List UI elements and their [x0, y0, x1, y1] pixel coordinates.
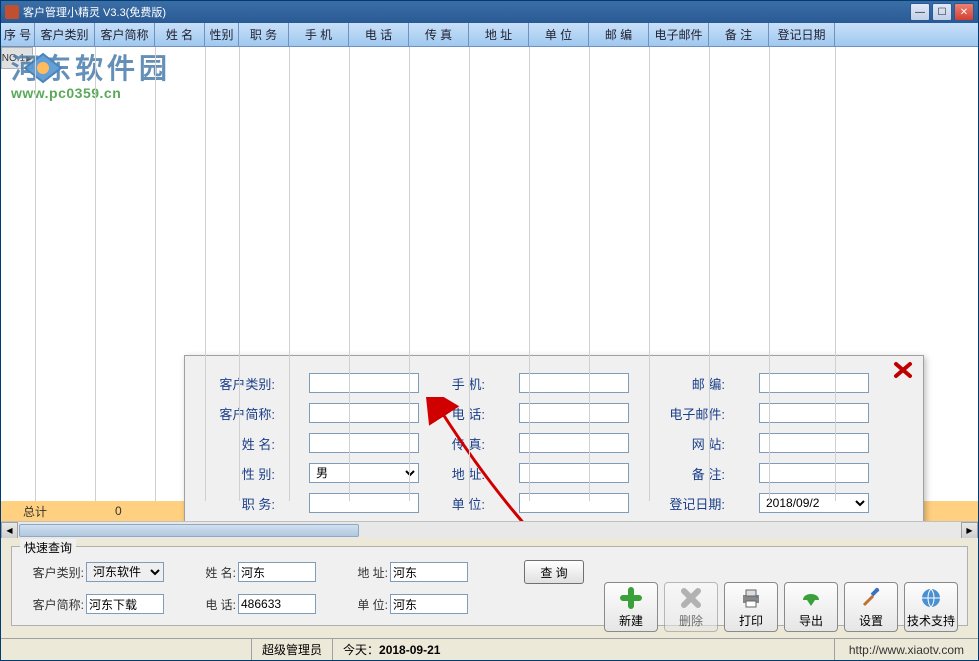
search-input-shortname[interactable] — [86, 594, 164, 614]
column-header[interactable]: 姓 名 — [155, 23, 205, 46]
totals-value: 0 — [115, 504, 122, 518]
search-select-category[interactable]: 河东软件 — [86, 562, 164, 582]
input-mobile[interactable] — [519, 373, 629, 393]
column-header[interactable]: 传 真 — [409, 23, 469, 46]
search-label-company: 单 位: — [326, 596, 388, 613]
toolbar-delete-label: 删除 — [679, 612, 703, 629]
toolbar-export-label: 导出 — [799, 612, 823, 629]
search-label-shortname: 客户简称: — [22, 596, 84, 613]
toolbar-new-button[interactable]: 新建 — [604, 582, 658, 632]
input-category[interactable] — [309, 373, 419, 393]
column-header[interactable]: 客户类别 — [35, 23, 95, 46]
delete-icon — [678, 586, 704, 610]
row-indicator-label: NO.1 — [2, 53, 25, 64]
label-name: 姓 名: — [209, 434, 279, 453]
close-button[interactable]: ✕ — [954, 3, 974, 21]
label-remark: 备 注: — [659, 464, 729, 483]
toolbar-print-button[interactable]: 打印 — [724, 582, 778, 632]
label-regdate: 登记日期: — [659, 494, 729, 513]
export-icon — [798, 586, 824, 610]
column-header[interactable]: 性别 — [205, 23, 239, 46]
label-category: 客户类别: — [209, 374, 279, 393]
input-fax[interactable] — [519, 433, 629, 453]
input-position[interactable] — [309, 493, 419, 513]
horizontal-scrollbar[interactable]: ◀ ▶ — [1, 521, 978, 538]
toolbar-print-label: 打印 — [739, 612, 763, 629]
status-cell-empty — [1, 639, 251, 660]
search-input-company[interactable] — [390, 594, 468, 614]
label-shortname: 客户简称: — [209, 404, 279, 423]
column-header[interactable]: 单 位 — [529, 23, 589, 46]
column-header[interactable]: 职 务 — [239, 23, 289, 46]
search-input-name[interactable] — [238, 562, 316, 582]
scroll-thumb[interactable] — [19, 524, 359, 537]
settings-icon — [858, 586, 884, 610]
column-header[interactable]: 电 话 — [349, 23, 409, 46]
label-website: 网 站: — [659, 434, 729, 453]
input-phone[interactable] — [519, 403, 629, 423]
grid-header: 序 号客户类别客户简称姓 名性别职 务手 机电 话传 真地 址单 位邮 编电子邮… — [1, 23, 978, 47]
titlebar: 客户管理小精灵 V3.3(免费版) — ☐ ✕ — [1, 1, 978, 23]
label-position: 职 务: — [209, 494, 279, 513]
column-header[interactable]: 登记日期 — [769, 23, 835, 46]
label-gender: 性 别: — [209, 464, 279, 483]
select-regdate[interactable]: 2018/09/2 — [759, 493, 869, 513]
search-input-phone[interactable] — [238, 594, 316, 614]
search-label-name: 姓 名: — [174, 564, 236, 581]
toolbar: 新建 删除 打印 导出 — [604, 582, 958, 632]
input-email[interactable] — [759, 403, 869, 423]
column-header[interactable]: 邮 编 — [589, 23, 649, 46]
search-button[interactable]: 查 询 — [524, 560, 584, 584]
search-label-phone: 电 话: — [174, 596, 236, 613]
toolbar-export-button[interactable]: 导出 — [784, 582, 838, 632]
toolbar-delete-button: 删除 — [664, 582, 718, 632]
input-zip[interactable] — [759, 373, 869, 393]
globe-icon — [918, 586, 944, 610]
minimize-button[interactable]: — — [910, 3, 930, 21]
totals-label: 总计 — [1, 503, 69, 520]
close-icon — [893, 361, 913, 379]
maximize-button[interactable]: ☐ — [932, 3, 952, 21]
input-shortname[interactable] — [309, 403, 419, 423]
status-url: http://www.xiaotv.com — [834, 639, 978, 660]
toolbar-support-label: 技术支持 — [907, 612, 955, 629]
column-header[interactable]: 备 注 — [709, 23, 769, 46]
column-header[interactable]: 电子邮件 — [649, 23, 709, 46]
search-input-address[interactable] — [390, 562, 468, 582]
window-title: 客户管理小精灵 V3.3(免费版) — [23, 4, 910, 20]
status-today-label: 今天： — [343, 641, 379, 658]
status-today-value: 2018-09-21 — [379, 643, 440, 657]
label-email: 电子邮件: — [659, 404, 729, 423]
row-indicator: NO.1▶ — [1, 47, 33, 69]
select-gender[interactable]: 男 — [309, 463, 419, 483]
input-remark[interactable] — [759, 463, 869, 483]
plus-icon — [618, 586, 644, 610]
grid-body[interactable]: NO.1▶ 河东软件园 www.pc0359.cn 客户类别: — [1, 47, 978, 501]
column-header[interactable]: 手 机 — [289, 23, 349, 46]
status-today: 今天： 2018-09-21 — [332, 639, 450, 660]
column-header[interactable]: 客户简称 — [95, 23, 155, 46]
input-address[interactable] — [519, 463, 629, 483]
input-name[interactable] — [309, 433, 419, 453]
label-zip: 邮 编: — [659, 374, 729, 393]
statusbar: 超级管理员 今天： 2018-09-21 http://www.xiaotv.c… — [1, 638, 978, 660]
print-icon — [738, 586, 764, 610]
toolbar-settings-label: 设置 — [859, 612, 883, 629]
toolbar-settings-button[interactable]: 设置 — [844, 582, 898, 632]
input-website[interactable] — [759, 433, 869, 453]
status-user: 超级管理员 — [251, 639, 332, 660]
column-header[interactable]: 序 号 — [1, 23, 35, 46]
app-icon — [5, 5, 19, 19]
dialog-close-button[interactable] — [893, 361, 913, 379]
input-company[interactable] — [519, 493, 629, 513]
toolbar-support-button[interactable]: 技术支持 — [904, 582, 958, 632]
column-header[interactable]: 地 址 — [469, 23, 529, 46]
search-legend: 快速查询 — [20, 539, 76, 556]
scroll-left-button[interactable]: ◀ — [1, 522, 18, 539]
search-label-address: 地 址: — [326, 564, 388, 581]
toolbar-new-label: 新建 — [619, 612, 643, 629]
search-label-category: 客户类别: — [22, 564, 84, 581]
scroll-right-button[interactable]: ▶ — [961, 522, 978, 539]
